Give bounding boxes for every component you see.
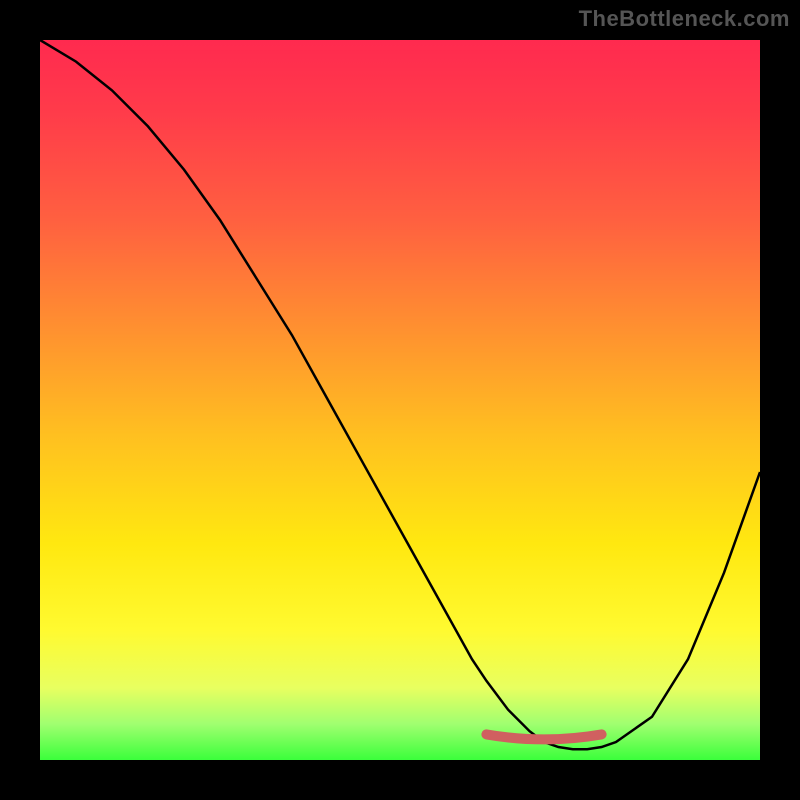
watermark-text: TheBottleneck.com xyxy=(579,6,790,32)
chart-border-frame xyxy=(0,0,800,800)
